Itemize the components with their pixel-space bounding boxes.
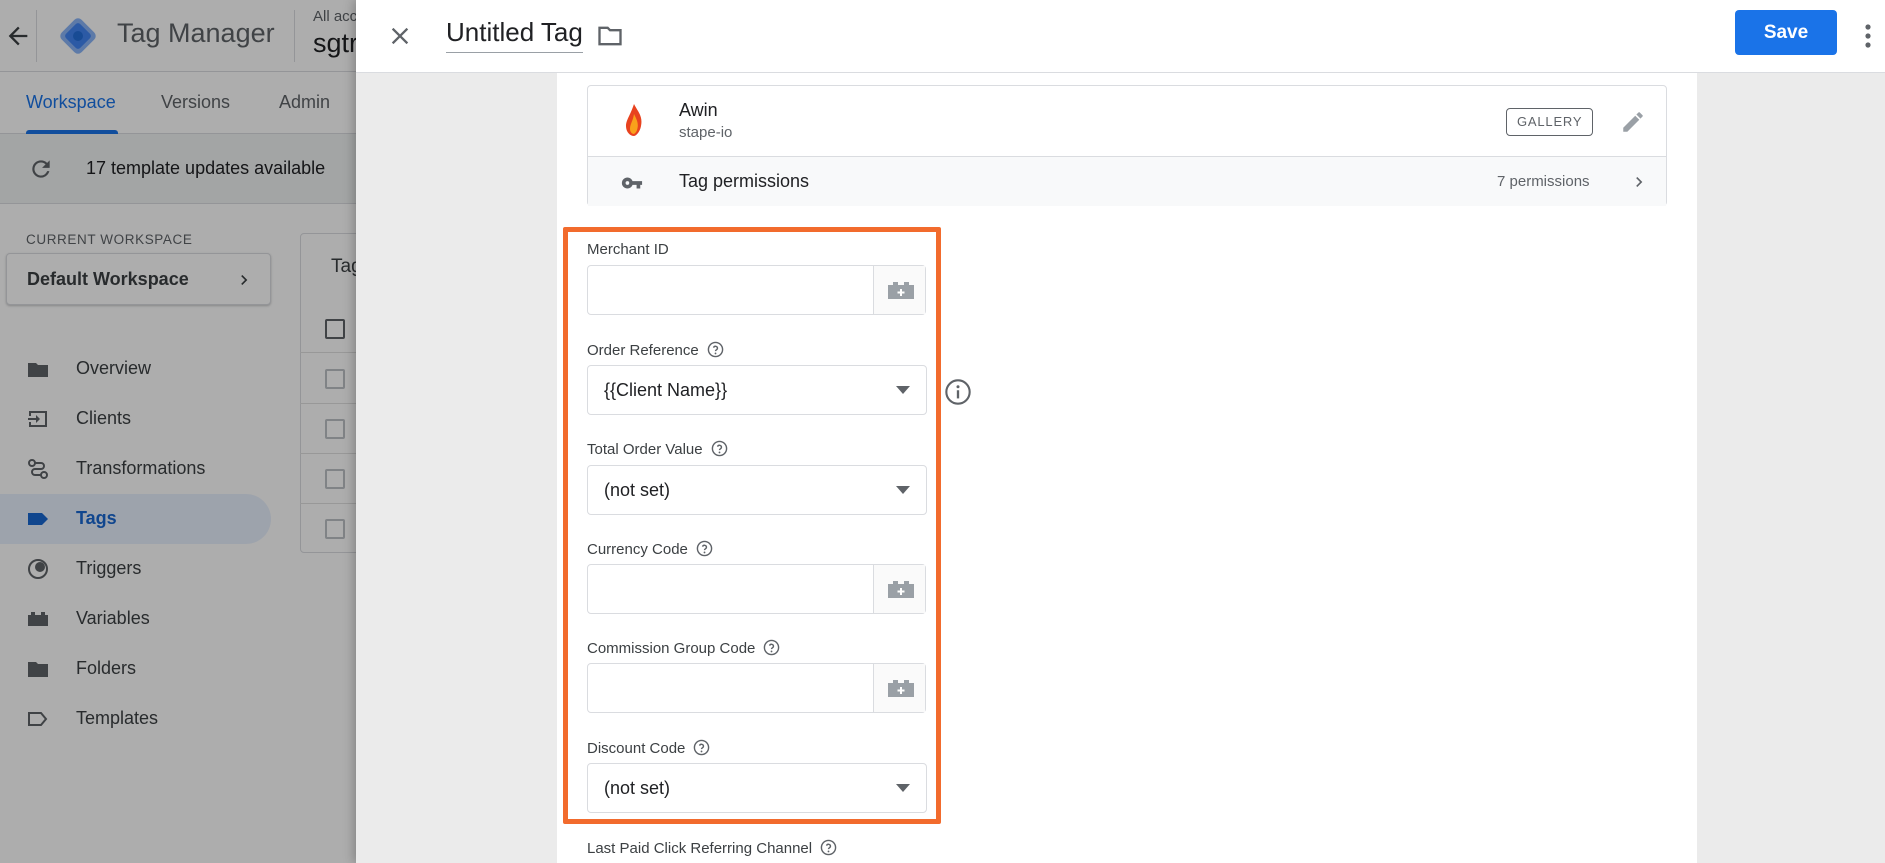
- help-icon[interactable]: [696, 540, 713, 557]
- tag-configuration-panel: Awin stape-io GALLERY Tag permissions 7 …: [557, 73, 1697, 863]
- variable-picker-button[interactable]: [873, 266, 925, 314]
- last-paid-click-channel-label: Last Paid Click Referring Channel: [587, 839, 837, 857]
- currency-code-label: Currency Code: [587, 540, 713, 558]
- order-reference-select[interactable]: {{Client Name}}: [587, 365, 927, 415]
- info-icon[interactable]: [944, 378, 972, 406]
- help-icon[interactable]: [820, 839, 837, 856]
- merchant-id-input[interactable]: [587, 265, 926, 315]
- folder-icon[interactable]: [596, 22, 624, 50]
- tag-type-row[interactable]: Awin stape-io GALLERY: [588, 86, 1666, 156]
- total-order-value-select[interactable]: (not set): [587, 465, 927, 515]
- variable-picker-button[interactable]: [873, 565, 925, 613]
- help-icon[interactable]: [763, 639, 780, 656]
- total-order-value-value: (not set): [604, 480, 671, 500]
- total-order-value-label: Total Order Value: [587, 440, 728, 458]
- awin-logo-icon: [624, 102, 644, 138]
- template-name: Awin: [679, 100, 718, 120]
- currency-code-input[interactable]: [587, 564, 926, 614]
- help-icon[interactable]: [707, 341, 724, 358]
- help-icon[interactable]: [693, 739, 710, 756]
- order-reference-value: {{Client Name}}: [604, 380, 728, 400]
- help-icon[interactable]: [711, 440, 728, 457]
- discount-code-select[interactable]: (not set): [587, 763, 927, 813]
- commission-group-code-label: Commission Group Code: [587, 639, 780, 657]
- tag-template-card: Awin stape-io GALLERY Tag permissions 7 …: [587, 85, 1667, 206]
- pencil-icon[interactable]: [1620, 109, 1646, 135]
- close-icon[interactable]: [386, 22, 414, 50]
- variable-picker-button[interactable]: [873, 664, 925, 712]
- variable-picker-icon: [888, 581, 914, 598]
- commission-group-code-input[interactable]: [587, 663, 926, 713]
- merchant-id-label: Merchant ID: [587, 241, 669, 258]
- chevron-right-icon: [1629, 172, 1649, 192]
- variable-picker-icon: [888, 680, 914, 697]
- dropdown-arrow-icon: [896, 784, 910, 792]
- highlight-box: [563, 227, 941, 824]
- key-icon: [621, 172, 643, 194]
- gallery-badge: GALLERY: [1506, 108, 1594, 136]
- dropdown-arrow-icon: [896, 386, 910, 394]
- discount-code-value: (not set): [604, 778, 671, 798]
- dropdown-arrow-icon: [896, 486, 910, 494]
- more-vert-icon[interactable]: [1863, 22, 1873, 50]
- template-vendor: stape-io: [679, 124, 733, 141]
- tag-permissions-row[interactable]: Tag permissions 7 permissions: [588, 156, 1666, 206]
- tag-name-input[interactable]: Untitled Tag: [446, 17, 583, 53]
- save-button[interactable]: Save: [1735, 10, 1837, 55]
- tag-editor-panel: Untitled Tag Save Awin stape-io GALLERY: [356, 0, 1885, 863]
- variable-picker-icon: [888, 282, 914, 299]
- discount-code-label: Discount Code: [587, 739, 710, 757]
- order-reference-label: Order Reference: [587, 341, 724, 359]
- permissions-label: Tag permissions: [679, 171, 810, 191]
- tag-editor-header: Untitled Tag Save: [356, 0, 1885, 73]
- permissions-count: 7 permissions: [1497, 173, 1590, 190]
